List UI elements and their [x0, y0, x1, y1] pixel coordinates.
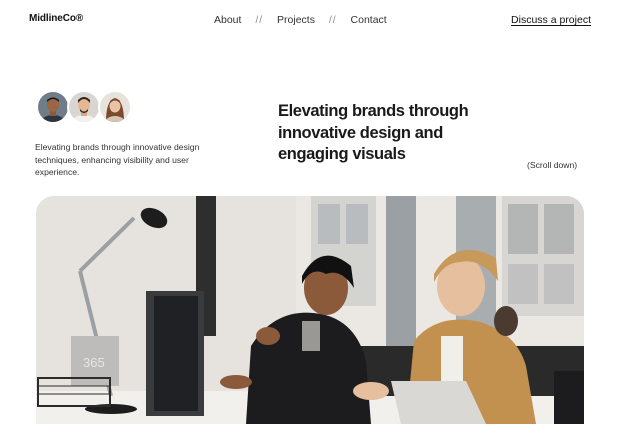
avatar	[98, 90, 132, 124]
avatar	[67, 90, 101, 124]
hero-image: 365	[36, 196, 584, 424]
nav-link-contact[interactable]: Contact	[351, 14, 387, 26]
intro-text: Elevating brands through innovative desi…	[35, 142, 200, 178]
top-nav: MidlineCo® About // Projects // Contact …	[0, 0, 620, 42]
discuss-project-link[interactable]: Discuss a project	[511, 14, 591, 26]
nav-link-about[interactable]: About	[214, 14, 241, 26]
nav-link-projects[interactable]: Projects	[277, 14, 315, 26]
nav-separator: //	[255, 14, 264, 26]
nav-separator: //	[328, 14, 337, 26]
lamp-base-text: 365	[83, 355, 105, 370]
avatar	[36, 90, 70, 124]
team-avatars	[36, 90, 132, 124]
brand-logo[interactable]: MidlineCo®	[29, 13, 83, 24]
scroll-down-hint[interactable]: (Scroll down)	[527, 160, 577, 170]
main-menu: About // Projects // Contact	[214, 14, 387, 26]
hero-headline: Elevating brands through innovative desi…	[278, 102, 469, 163]
